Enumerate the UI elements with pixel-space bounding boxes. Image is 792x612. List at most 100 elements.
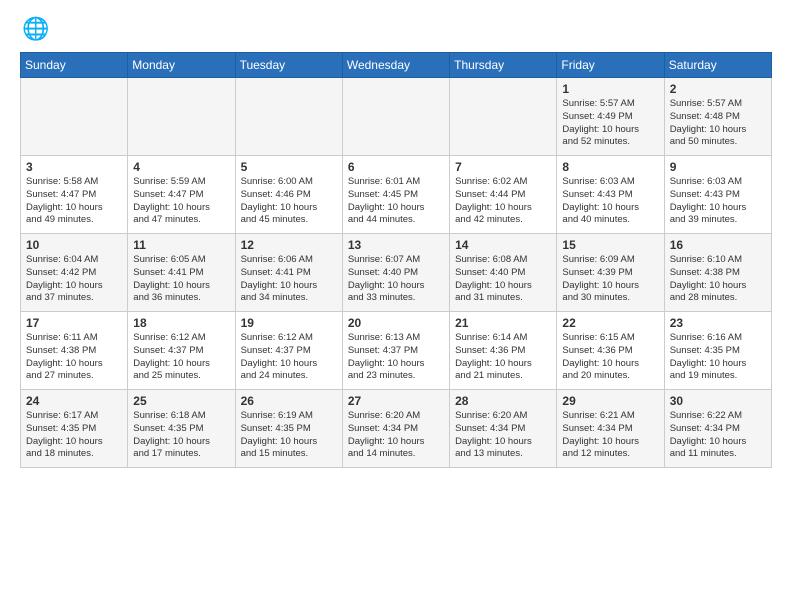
svg-text:🌐: 🌐 [22, 16, 48, 41]
calendar-cell: 27 Sunrise: 6:20 AM Sunset: 4:34 PM Dayli… [342, 390, 449, 468]
cell-info-text: Sunrise: 6:00 AM Sunset: 4:46 PM Dayligh… [241, 176, 337, 227]
logo: 🌐 [20, 16, 52, 44]
calendar-cell: 30 Sunrise: 6:22 AM Sunset: 4:34 PM Dayli… [664, 390, 771, 468]
cell-info-text: Sunrise: 6:07 AM Sunset: 4:40 PM Dayligh… [348, 254, 444, 305]
cell-day-number: 3 [26, 160, 122, 174]
calendar-cell: 16 Sunrise: 6:10 AM Sunset: 4:38 PM Dayli… [664, 234, 771, 312]
cell-day-number: 5 [241, 160, 337, 174]
calendar-cell: 25 Sunrise: 6:18 AM Sunset: 4:35 PM Dayli… [128, 390, 235, 468]
logo-icon: 🌐 [20, 16, 48, 44]
cell-info-text: Sunrise: 5:59 AM Sunset: 4:47 PM Dayligh… [133, 176, 229, 227]
cell-day-number: 28 [455, 394, 551, 408]
cell-day-number: 8 [562, 160, 658, 174]
cell-day-number: 20 [348, 316, 444, 330]
calendar-cell [128, 78, 235, 156]
cell-day-number: 26 [241, 394, 337, 408]
cell-info-text: Sunrise: 6:21 AM Sunset: 4:34 PM Dayligh… [562, 410, 658, 461]
cell-info-text: Sunrise: 6:10 AM Sunset: 4:38 PM Dayligh… [670, 254, 766, 305]
cell-day-number: 4 [133, 160, 229, 174]
calendar-cell: 24Sunrise: 6:17 AM Sunset: 4:35 PM Dayli… [21, 390, 128, 468]
cell-day-number: 21 [455, 316, 551, 330]
calendar-cell: 3 Sunrise: 5:58 AM Sunset: 4:47 PM Daylig… [21, 156, 128, 234]
calendar-cell: 12 Sunrise: 6:06 AM Sunset: 4:41 PM Dayli… [235, 234, 342, 312]
calendar-cell: 15 Sunrise: 6:09 AM Sunset: 4:39 PM Dayli… [557, 234, 664, 312]
cell-info-text: Sunrise: 6:20 AM Sunset: 4:34 PM Dayligh… [348, 410, 444, 461]
cell-day-number: 23 [670, 316, 766, 330]
cell-info-text: Sunrise: 6:12 AM Sunset: 4:37 PM Dayligh… [133, 332, 229, 383]
cell-info-text: Sunrise: 6:22 AM Sunset: 4:34 PM Dayligh… [670, 410, 766, 461]
cell-day-number: 25 [133, 394, 229, 408]
cell-info-text: Sunrise: 6:08 AM Sunset: 4:40 PM Dayligh… [455, 254, 551, 305]
calendar-week-2: 3 Sunrise: 5:58 AM Sunset: 4:47 PM Daylig… [21, 156, 772, 234]
calendar-body: 1 Sunrise: 5:57 AM Sunset: 4:49 PM Daylig… [21, 78, 772, 468]
cell-day-number: 14 [455, 238, 551, 252]
calendar-cell: 2Sunrise: 5:57 AM Sunset: 4:48 PM Daylig… [664, 78, 771, 156]
cell-day-number: 17 [26, 316, 122, 330]
cell-info-text: Sunrise: 6:11 AM Sunset: 4:38 PM Dayligh… [26, 332, 122, 383]
cell-info-text: Sunrise: 6:18 AM Sunset: 4:35 PM Dayligh… [133, 410, 229, 461]
cell-day-number: 18 [133, 316, 229, 330]
cell-day-number: 12 [241, 238, 337, 252]
cell-info-text: Sunrise: 6:06 AM Sunset: 4:41 PM Dayligh… [241, 254, 337, 305]
cell-info-text: Sunrise: 6:03 AM Sunset: 4:43 PM Dayligh… [562, 176, 658, 227]
calendar-week-5: 24Sunrise: 6:17 AM Sunset: 4:35 PM Dayli… [21, 390, 772, 468]
calendar-cell: 1 Sunrise: 5:57 AM Sunset: 4:49 PM Daylig… [557, 78, 664, 156]
cell-info-text: Sunrise: 6:04 AM Sunset: 4:42 PM Dayligh… [26, 254, 122, 305]
column-header-friday: Friday [557, 53, 664, 78]
cell-info-text: Sunrise: 6:15 AM Sunset: 4:36 PM Dayligh… [562, 332, 658, 383]
cell-info-text: Sunrise: 6:16 AM Sunset: 4:35 PM Dayligh… [670, 332, 766, 383]
cell-day-number: 27 [348, 394, 444, 408]
column-header-thursday: Thursday [450, 53, 557, 78]
calendar-week-4: 17 Sunrise: 6:11 AM Sunset: 4:38 PM Dayli… [21, 312, 772, 390]
calendar-week-3: 10 Sunrise: 6:04 AM Sunset: 4:42 PM Dayli… [21, 234, 772, 312]
cell-info-text: Sunrise: 5:57 AM Sunset: 4:49 PM Dayligh… [562, 98, 658, 149]
cell-day-number: 19 [241, 316, 337, 330]
calendar-cell: 7Sunrise: 6:02 AM Sunset: 4:44 PM Daylig… [450, 156, 557, 234]
cell-day-number: 29 [562, 394, 658, 408]
calendar-cell [342, 78, 449, 156]
calendar-cell: 10 Sunrise: 6:04 AM Sunset: 4:42 PM Dayli… [21, 234, 128, 312]
column-header-monday: Monday [128, 53, 235, 78]
calendar-cell: 6Sunrise: 6:01 AM Sunset: 4:45 PM Daylig… [342, 156, 449, 234]
cell-day-number: 16 [670, 238, 766, 252]
cell-day-number: 9 [670, 160, 766, 174]
calendar-header: SundayMondayTuesdayWednesdayThursdayFrid… [21, 53, 772, 78]
calendar-cell: 20Sunrise: 6:13 AM Sunset: 4:37 PM Dayli… [342, 312, 449, 390]
calendar-cell: 19Sunrise: 6:12 AM Sunset: 4:37 PM Dayli… [235, 312, 342, 390]
calendar-cell: 18 Sunrise: 6:12 AM Sunset: 4:37 PM Dayli… [128, 312, 235, 390]
cell-day-number: 10 [26, 238, 122, 252]
cell-info-text: Sunrise: 6:20 AM Sunset: 4:34 PM Dayligh… [455, 410, 551, 461]
cell-day-number: 11 [133, 238, 229, 252]
column-header-sunday: Sunday [21, 53, 128, 78]
calendar-cell: 4 Sunrise: 5:59 AM Sunset: 4:47 PM Daylig… [128, 156, 235, 234]
calendar-week-1: 1 Sunrise: 5:57 AM Sunset: 4:49 PM Daylig… [21, 78, 772, 156]
cell-day-number: 30 [670, 394, 766, 408]
cell-info-text: Sunrise: 5:58 AM Sunset: 4:47 PM Dayligh… [26, 176, 122, 227]
cell-day-number: 1 [562, 82, 658, 96]
calendar-cell [235, 78, 342, 156]
page-header: 🌐 [20, 16, 772, 44]
calendar-cell: 29 Sunrise: 6:21 AM Sunset: 4:34 PM Dayli… [557, 390, 664, 468]
calendar-cell: 14 Sunrise: 6:08 AM Sunset: 4:40 PM Dayli… [450, 234, 557, 312]
cell-day-number: 6 [348, 160, 444, 174]
cell-info-text: Sunrise: 6:09 AM Sunset: 4:39 PM Dayligh… [562, 254, 658, 305]
column-header-wednesday: Wednesday [342, 53, 449, 78]
calendar-cell: 13 Sunrise: 6:07 AM Sunset: 4:40 PM Dayli… [342, 234, 449, 312]
cell-info-text: Sunrise: 6:03 AM Sunset: 4:43 PM Dayligh… [670, 176, 766, 227]
cell-day-number: 13 [348, 238, 444, 252]
cell-day-number: 22 [562, 316, 658, 330]
calendar-cell: 17 Sunrise: 6:11 AM Sunset: 4:38 PM Dayli… [21, 312, 128, 390]
calendar-table: SundayMondayTuesdayWednesdayThursdayFrid… [20, 52, 772, 468]
column-header-saturday: Saturday [664, 53, 771, 78]
calendar-cell [21, 78, 128, 156]
cell-day-number: 2 [670, 82, 766, 96]
cell-info-text: Sunrise: 6:05 AM Sunset: 4:41 PM Dayligh… [133, 254, 229, 305]
calendar-cell: 23 Sunrise: 6:16 AM Sunset: 4:35 PM Dayli… [664, 312, 771, 390]
cell-day-number: 15 [562, 238, 658, 252]
cell-day-number: 7 [455, 160, 551, 174]
calendar-cell: 21 Sunrise: 6:14 AM Sunset: 4:36 PM Dayli… [450, 312, 557, 390]
calendar-cell: 22 Sunrise: 6:15 AM Sunset: 4:36 PM Dayli… [557, 312, 664, 390]
cell-info-text: Sunrise: 6:14 AM Sunset: 4:36 PM Dayligh… [455, 332, 551, 383]
calendar-cell [450, 78, 557, 156]
cell-day-number: 24 [26, 394, 122, 408]
